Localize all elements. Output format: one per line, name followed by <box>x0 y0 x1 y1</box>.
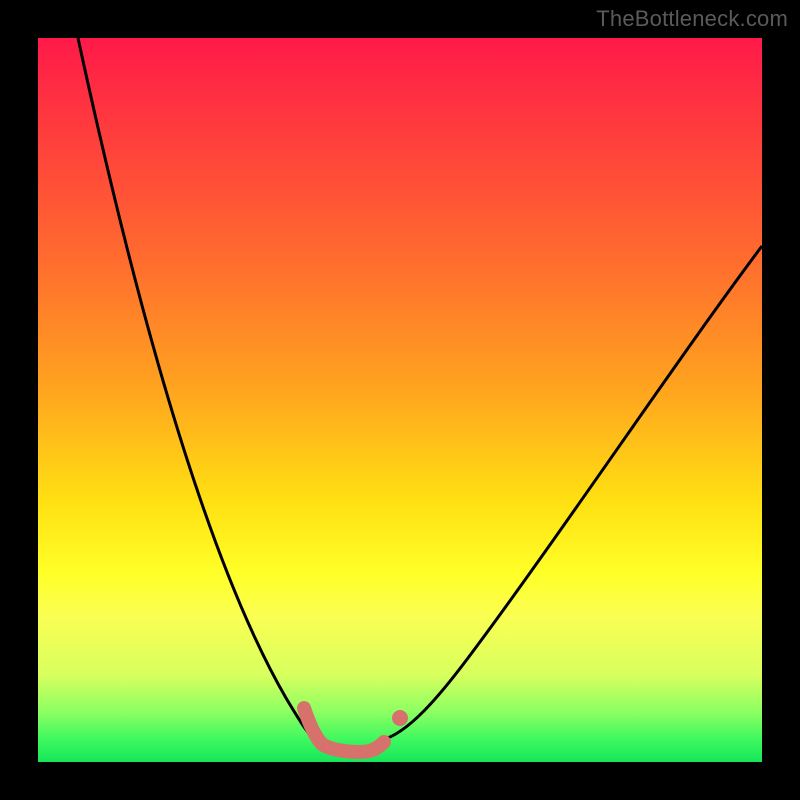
curve-right-branch <box>382 246 762 740</box>
chart-plot-area <box>38 38 762 762</box>
valley-dot <box>392 710 408 726</box>
chart-svg <box>38 38 762 762</box>
curve-left-branch <box>78 38 314 740</box>
chart-frame: TheBottleneck.com <box>0 0 800 800</box>
watermark-text: TheBottleneck.com <box>596 6 788 32</box>
valley-highlight <box>304 708 384 752</box>
